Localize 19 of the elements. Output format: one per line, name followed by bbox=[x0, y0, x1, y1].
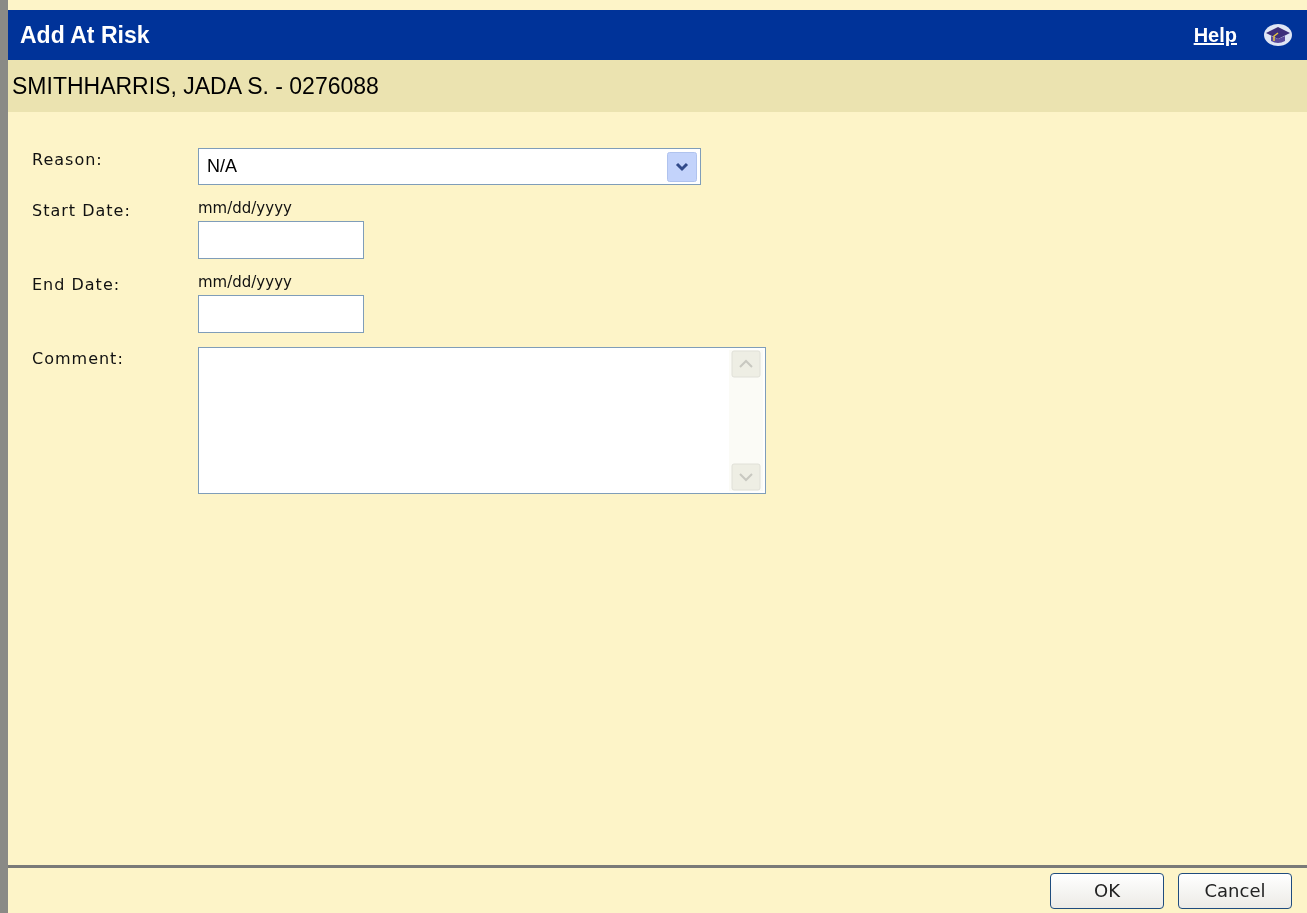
scrollbar[interactable] bbox=[729, 350, 763, 491]
date-input[interactable] bbox=[198, 221, 364, 259]
window-title: Add At Risk bbox=[20, 21, 151, 49]
reason-dropdown[interactable]: N/A bbox=[198, 148, 701, 185]
field-label: Reason: bbox=[32, 149, 103, 171]
scroll-down-icon[interactable] bbox=[731, 463, 761, 491]
field-label: Comment: bbox=[32, 348, 124, 370]
scroll-up-icon[interactable] bbox=[731, 350, 761, 378]
field-label: End Date: bbox=[32, 274, 121, 296]
graduation-cap-icon[interactable] bbox=[1263, 22, 1293, 48]
dialog-button[interactable]: Cancel bbox=[1178, 872, 1292, 909]
dialog-button[interactable]: OK bbox=[1050, 872, 1164, 909]
student-name: SMITHHARRIS, JADA S. - 0276088 bbox=[12, 72, 379, 100]
help-link[interactable]: Help bbox=[1193, 23, 1237, 47]
date-format-hint: mm/dd/yyyy bbox=[198, 199, 293, 217]
chevron-down-icon[interactable] bbox=[667, 151, 697, 182]
date-input[interactable] bbox=[198, 295, 364, 333]
date-format-hint: mm/dd/yyyy bbox=[198, 273, 293, 291]
field-label: Start Date: bbox=[32, 200, 131, 222]
